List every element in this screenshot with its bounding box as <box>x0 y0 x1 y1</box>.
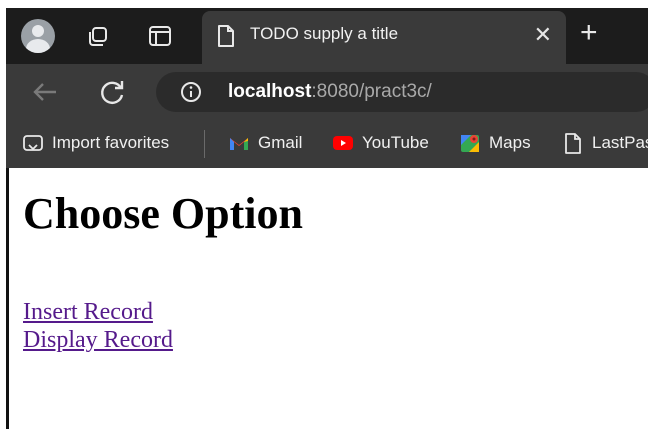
url-text[interactable]: localhost:8080/pract3c/ <box>228 81 432 103</box>
browser-chrome: TODO supply a title ✕ + localhost:8080/p… <box>6 8 648 168</box>
profile-avatar[interactable] <box>21 19 55 53</box>
import-icon <box>23 135 43 151</box>
address-bar[interactable]: localhost:8080/pract3c/ <box>156 72 648 112</box>
bookmark-label: Gmail <box>258 133 303 152</box>
reload-icon[interactable] <box>98 77 128 107</box>
bookmark-gmail[interactable]: Gmail <box>228 132 302 154</box>
display-record-link[interactable]: Display Record <box>23 326 173 354</box>
maps-icon <box>461 135 479 152</box>
bookmark-label: LastPas <box>592 133 648 152</box>
bookmark-youtube[interactable]: YouTube <box>332 132 429 154</box>
back-arrow-icon[interactable] <box>30 77 60 107</box>
bookmarks-bar: Import favorites Gmail YouTube Maps Last… <box>6 120 648 168</box>
navigation-bar: localhost:8080/pract3c/ <box>6 64 648 120</box>
bookmark-lastpass[interactable]: LastPas <box>562 132 648 154</box>
option-links: Insert Record Display Record <box>23 298 173 354</box>
tab-title: TODO supply a title <box>250 24 399 43</box>
close-icon[interactable]: ✕ <box>534 23 552 47</box>
page-title: Choose Option <box>23 189 303 238</box>
bookmark-separator <box>204 130 205 158</box>
tab-bar: TODO supply a title ✕ + <box>6 8 648 64</box>
youtube-icon <box>333 136 353 150</box>
page-icon <box>218 25 234 47</box>
info-icon[interactable] <box>180 81 202 103</box>
avatar-head <box>32 25 44 37</box>
url-host: localhost <box>228 81 312 102</box>
bookmark-label: YouTube <box>362 133 429 152</box>
tab-actions-icon[interactable] <box>146 22 174 50</box>
new-tab-button[interactable]: + <box>580 18 598 48</box>
bookmark-label: Maps <box>489 133 531 152</box>
active-tab[interactable]: TODO supply a title ✕ <box>202 11 566 64</box>
gmail-icon <box>230 138 248 150</box>
bookmark-import-favorites[interactable]: Import favorites <box>22 132 169 154</box>
url-path: :8080/pract3c/ <box>311 81 432 102</box>
avatar-body <box>26 39 50 53</box>
page-content: Choose Option Insert Record Display Reco… <box>6 168 648 429</box>
bookmark-label: Import favorites <box>52 133 170 152</box>
bookmark-maps[interactable]: Maps <box>459 132 531 154</box>
workspaces-icon[interactable] <box>84 22 112 50</box>
insert-record-link[interactable]: Insert Record <box>23 298 173 326</box>
page-icon <box>565 133 581 154</box>
